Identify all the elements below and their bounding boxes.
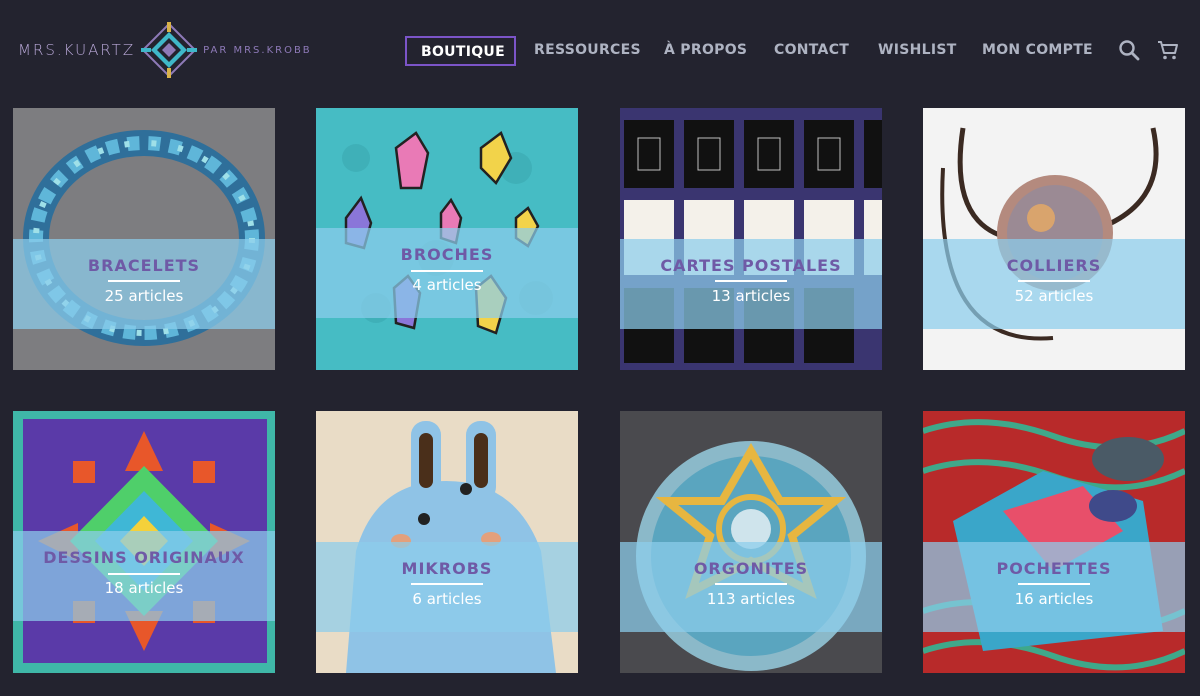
search-icon[interactable] xyxy=(1117,38,1141,62)
category-title: POCHETTES xyxy=(996,559,1112,578)
caption-divider xyxy=(715,583,787,585)
category-title: BRACELETS xyxy=(87,256,201,275)
nav-boutique[interactable]: BOUTIQUE xyxy=(405,36,516,66)
category-tile-pochettes[interactable]: POCHETTES 16 articles xyxy=(923,411,1185,673)
category-count: 25 articles xyxy=(104,287,184,305)
caption-divider xyxy=(411,270,483,272)
caption-divider xyxy=(108,280,180,282)
tile-caption-band xyxy=(923,542,1185,632)
category-tile-mikrobs[interactable]: MIKROBS 6 articles xyxy=(316,411,578,673)
caption-divider xyxy=(411,583,483,585)
category-tile-broches[interactable]: BROCHES 4 articles xyxy=(316,108,578,370)
tile-caption-band xyxy=(620,542,882,632)
tile-caption-band xyxy=(923,239,1185,329)
tile-caption-band xyxy=(316,542,578,632)
category-title: ORGONITES xyxy=(693,559,809,578)
category-title: DESSINS ORIGINAUX xyxy=(43,548,245,567)
logo-wordmark: MRS.KUARTZ xyxy=(18,41,136,59)
nav-mon-compte[interactable]: MON COMPTE xyxy=(982,36,1093,66)
category-tile-orgonites[interactable]: ORGONITES 113 articles xyxy=(620,411,882,673)
nav-ressources[interactable]: RESSOURCES xyxy=(534,36,641,66)
logo-tagline: PAR MRS.KROBB xyxy=(203,44,312,56)
tile-caption-band xyxy=(316,228,578,318)
category-count: 18 articles xyxy=(104,579,184,597)
cart-icon[interactable] xyxy=(1156,38,1180,62)
caption-divider xyxy=(715,280,787,282)
tile-caption-band xyxy=(13,531,275,621)
tile-caption-band xyxy=(13,239,275,329)
category-title: BROCHES xyxy=(400,245,494,264)
geometric-diamond-logo-icon xyxy=(141,22,198,78)
caption-divider xyxy=(1018,280,1090,282)
nav-a-propos[interactable]: À PROPOS xyxy=(664,36,747,66)
caption-divider xyxy=(1018,583,1090,585)
category-count: 52 articles xyxy=(1014,287,1094,305)
nav-wishlist[interactable]: WISHLIST xyxy=(878,36,956,66)
nav-contact[interactable]: CONTACT xyxy=(774,36,849,66)
site-logo[interactable]: MRS.KUARTZ PAR MRS.KROBB xyxy=(18,22,312,78)
category-tile-cartes-postales[interactable]: CARTES POSTALES 13 articles xyxy=(620,108,882,370)
category-count: 4 articles xyxy=(412,276,482,294)
category-tile-dessins-originaux[interactable]: DESSINS ORIGINAUX 18 articles xyxy=(13,411,275,673)
category-count: 16 articles xyxy=(1014,590,1094,608)
tile-caption-band xyxy=(620,239,882,329)
category-count: 13 articles xyxy=(711,287,791,305)
category-title: CARTES POSTALES xyxy=(660,256,842,275)
category-title: COLLIERS xyxy=(1006,256,1102,275)
category-count: 6 articles xyxy=(412,590,482,608)
category-tile-colliers[interactable]: COLLIERS 52 articles xyxy=(923,108,1185,370)
category-tile-bracelets[interactable]: BRACELETS 25 articles xyxy=(13,108,275,370)
caption-divider xyxy=(108,573,180,575)
category-count: 113 articles xyxy=(706,590,796,608)
category-title: MIKROBS xyxy=(401,559,493,578)
site-header: MRS.KUARTZ PAR MRS.KROBB BOUTIQUE RESSOU… xyxy=(0,0,1200,100)
